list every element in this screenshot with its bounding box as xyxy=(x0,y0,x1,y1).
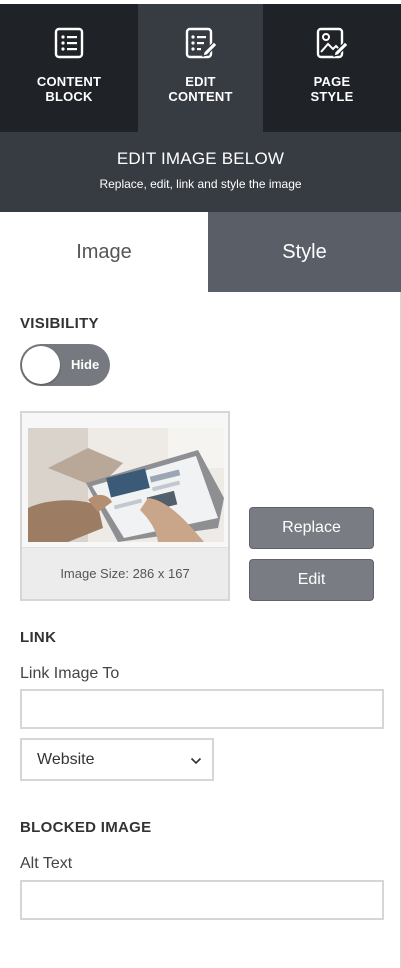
edit-button[interactable]: Edit xyxy=(249,559,374,601)
link-field-label: Link Image To xyxy=(20,665,120,682)
toggle-knob xyxy=(22,346,60,384)
replace-button[interactable]: Replace xyxy=(249,507,374,549)
toggle-label: Hide xyxy=(71,357,100,372)
tab-bar: Image Style xyxy=(0,212,401,292)
image-size-caption: Image Size: 286 x 167 xyxy=(22,547,228,599)
chevron-down-icon xyxy=(190,757,202,765)
visibility-title: VISIBILITY xyxy=(20,315,99,332)
nav-label: CONTENT BLOCK xyxy=(36,74,102,104)
list-box-icon xyxy=(54,27,84,59)
link-type-value: Website xyxy=(37,750,95,768)
image-thumbnail[interactable] xyxy=(28,428,224,542)
top-nav: CONTENT BLOCK EDIT CONTENT PAGE STYLE xyxy=(0,0,401,132)
link-url-input[interactable] xyxy=(20,689,384,729)
section-header: EDIT IMAGE BELOW Replace, edit, link and… xyxy=(0,132,401,212)
page-subtitle: Replace, edit, link and style the image xyxy=(99,177,302,191)
tab-image[interactable]: Image xyxy=(0,212,208,292)
image-preview-box: Image Size: 286 x 167 xyxy=(20,411,230,601)
nav-label: EDIT CONTENT xyxy=(168,74,233,104)
top-strip xyxy=(0,0,401,4)
alt-text-label: Alt Text xyxy=(20,855,73,872)
nav-content-block[interactable]: CONTENT BLOCK xyxy=(0,0,138,132)
blocked-image-title: BLOCKED IMAGE xyxy=(20,819,152,836)
nav-edit-content[interactable]: EDIT CONTENT xyxy=(138,0,263,132)
nav-label: PAGE STYLE xyxy=(310,74,354,104)
image-edit-icon xyxy=(316,27,349,59)
visibility-toggle[interactable]: Hide xyxy=(20,344,110,386)
link-type-select[interactable]: Website xyxy=(20,738,214,781)
nav-page-style[interactable]: PAGE STYLE xyxy=(263,0,401,132)
editor-panel: CONTENT BLOCK EDIT CONTENT PAGE STYLE ED… xyxy=(0,0,401,968)
alt-text-input[interactable] xyxy=(20,880,384,920)
page-title: EDIT IMAGE BELOW xyxy=(116,149,285,168)
edit-list-icon xyxy=(185,27,218,59)
link-title: LINK xyxy=(20,629,57,646)
tab-style[interactable]: Style xyxy=(208,212,401,292)
